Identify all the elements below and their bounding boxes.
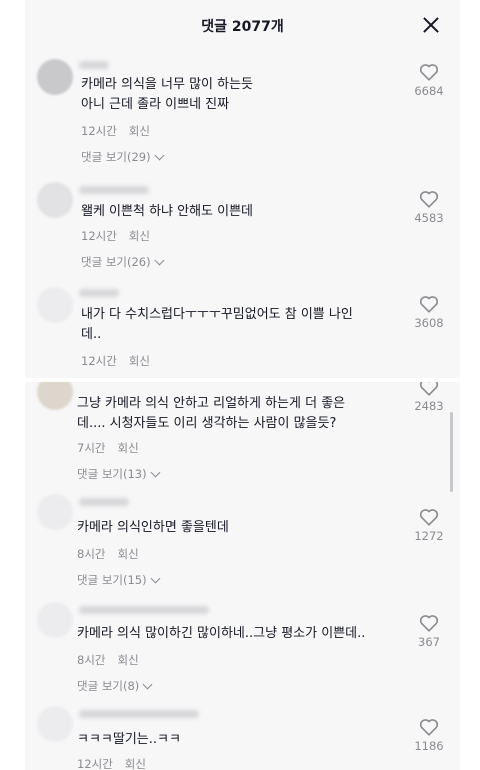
comment-item: 왤케 이쁜척 하냐 안해도 이쁜데 12시간 회신 댓글 보기(26) 4583 [25,180,460,275]
comment-meta: 8시간 회신 [77,546,139,562]
comment-meta: 7시간 회신 [77,440,139,456]
comment-time: 12시간 [81,354,117,368]
comment-meta: 12시간 회신 [77,756,146,770]
avatar[interactable] [37,602,73,638]
avatar[interactable] [37,706,73,742]
avatar[interactable] [37,382,73,410]
reply-button[interactable]: 회신 [129,229,150,243]
comment-text: ㅋㅋㅋ딸기는..ㅋㅋ [77,732,181,747]
like-button[interactable]: 2483 [406,382,452,413]
comment-time: 12시간 [81,124,117,138]
like-button[interactable]: 1272 [406,508,452,543]
comment-text: 왤케 이쁜척 하냐 안해도 이쁜데 [81,204,254,219]
comment-text: 그냥 카메라 의식 안하고 리얼하게 하는게 더 좋은 데.... 시청자들도 … [77,396,346,431]
comment-text: 내가 다 수치스럽다ㅜㅜㅜ꾸밈없어도 참 이쁠 나인 데.. [81,307,353,342]
reply-button[interactable]: 회신 [125,757,146,770]
reply-button[interactable]: 회신 [129,124,150,138]
like-count: 2483 [414,399,444,413]
comment-meta: 12시간 회신 [81,123,150,139]
like-count: 1186 [414,739,444,753]
comments-panel-top: 댓글 2077개 카메라 의식을 너무 많이 하는듯 아니 근데 졸라 이쁘네 … [25,0,460,378]
username-redacted [79,498,129,506]
comment-time: 8시간 [77,653,106,667]
chevron-down-icon [150,573,161,584]
view-replies-label: 댓글 보기(29) [81,150,151,164]
comment-text: 카메라 의식을 너무 많이 하는듯 아니 근데 졸라 이쁘네 진짜 [81,77,254,112]
reply-button[interactable]: 회신 [129,354,150,368]
comment-item: 카메라 의식인하면 좋을텐데 8시간 회신 댓글 보기(15) 1272 [25,492,460,592]
like-count: 6684 [414,84,444,98]
heart-outline-icon [419,382,439,396]
reply-button[interactable]: 회신 [117,441,138,455]
comment-time: 12시간 [81,229,117,243]
like-button[interactable]: 367 [406,614,452,649]
like-button[interactable]: 3608 [406,295,452,330]
view-replies-button[interactable]: 댓글 보기(29) [81,149,165,165]
heart-outline-icon [419,509,439,526]
view-replies-button[interactable]: 댓글 보기(8) [77,678,153,694]
chevron-down-icon [154,150,165,161]
comments-header: 댓글 2077개 [25,0,460,52]
comment-time: 12시간 [77,757,113,770]
heart-outline-icon [419,719,439,736]
heart-outline-icon [419,615,439,632]
view-replies-button[interactable]: 댓글 보기(15) [77,572,161,588]
heart-outline-icon [419,64,439,81]
chevron-down-icon [150,467,161,478]
comment-item: 내가 다 수치스럽다ㅜㅜㅜ꾸밈없어도 참 이쁠 나인 데.. 12시간 회신 36… [25,285,460,375]
like-button[interactable]: 1186 [406,718,452,753]
comment-meta: 12시간 회신 [81,228,150,244]
view-replies-label: 댓글 보기(13) [77,467,147,481]
username-redacted [79,186,149,194]
comment-text: 카메라 의식 많이하긴 많이하네..그냥 평소가 이쁜데.. [77,626,366,641]
comment-item: ㅋㅋㅋ딸기는..ㅋㅋ 12시간 회신 1186 [25,704,460,770]
avatar[interactable] [37,59,73,95]
comment-meta: 12시간 회신 [81,353,150,369]
like-count: 3608 [414,316,444,330]
avatar[interactable] [37,287,73,323]
chevron-down-icon [154,255,165,266]
like-button[interactable]: 6684 [406,63,452,98]
heart-outline-icon [419,191,439,208]
comments-count-title: 댓글 2077개 [201,19,284,35]
view-replies-label: 댓글 보기(8) [77,679,140,693]
view-replies-button[interactable]: 댓글 보기(13) [77,466,161,482]
heart-outline-icon [419,296,439,313]
reply-button[interactable]: 회신 [117,547,138,561]
like-count: 4583 [414,211,444,225]
view-replies-label: 댓글 보기(15) [77,573,147,587]
comment-meta: 8시간 회신 [77,652,139,668]
like-count: 1272 [414,529,444,543]
comments-panel-bottom: 그냥 카메라 의식 안하고 리얼하게 하는게 더 좋은 데.... 시청자들도 … [25,382,460,770]
username-redacted [79,61,109,69]
chevron-down-icon [142,679,153,690]
comment-text: 카메라 의식인하면 좋을텐데 [77,520,229,535]
comment-time: 8시간 [77,547,106,561]
reply-button[interactable]: 회신 [117,653,138,667]
view-replies-label: 댓글 보기(26) [81,255,151,269]
avatar[interactable] [37,494,73,530]
username-redacted [79,710,199,718]
like-count: 367 [418,635,440,649]
close-icon[interactable] [420,14,442,36]
comment-item: 그냥 카메라 의식 안하고 리얼하게 하는게 더 좋은 데.... 시청자들도 … [25,382,460,482]
avatar[interactable] [37,182,73,218]
comment-item: 카메라 의식을 너무 많이 하는듯 아니 근데 졸라 이쁘네 진짜 12시간 회신… [25,55,460,170]
like-button[interactable]: 4583 [406,190,452,225]
comment-time: 7시간 [77,441,106,455]
username-redacted [79,289,119,297]
comment-item: 카메라 의식 많이하긴 많이하네..그냥 평소가 이쁜데.. 8시간 회신 댓글 … [25,600,460,700]
username-redacted [79,606,209,614]
view-replies-button[interactable]: 댓글 보기(26) [81,254,165,270]
